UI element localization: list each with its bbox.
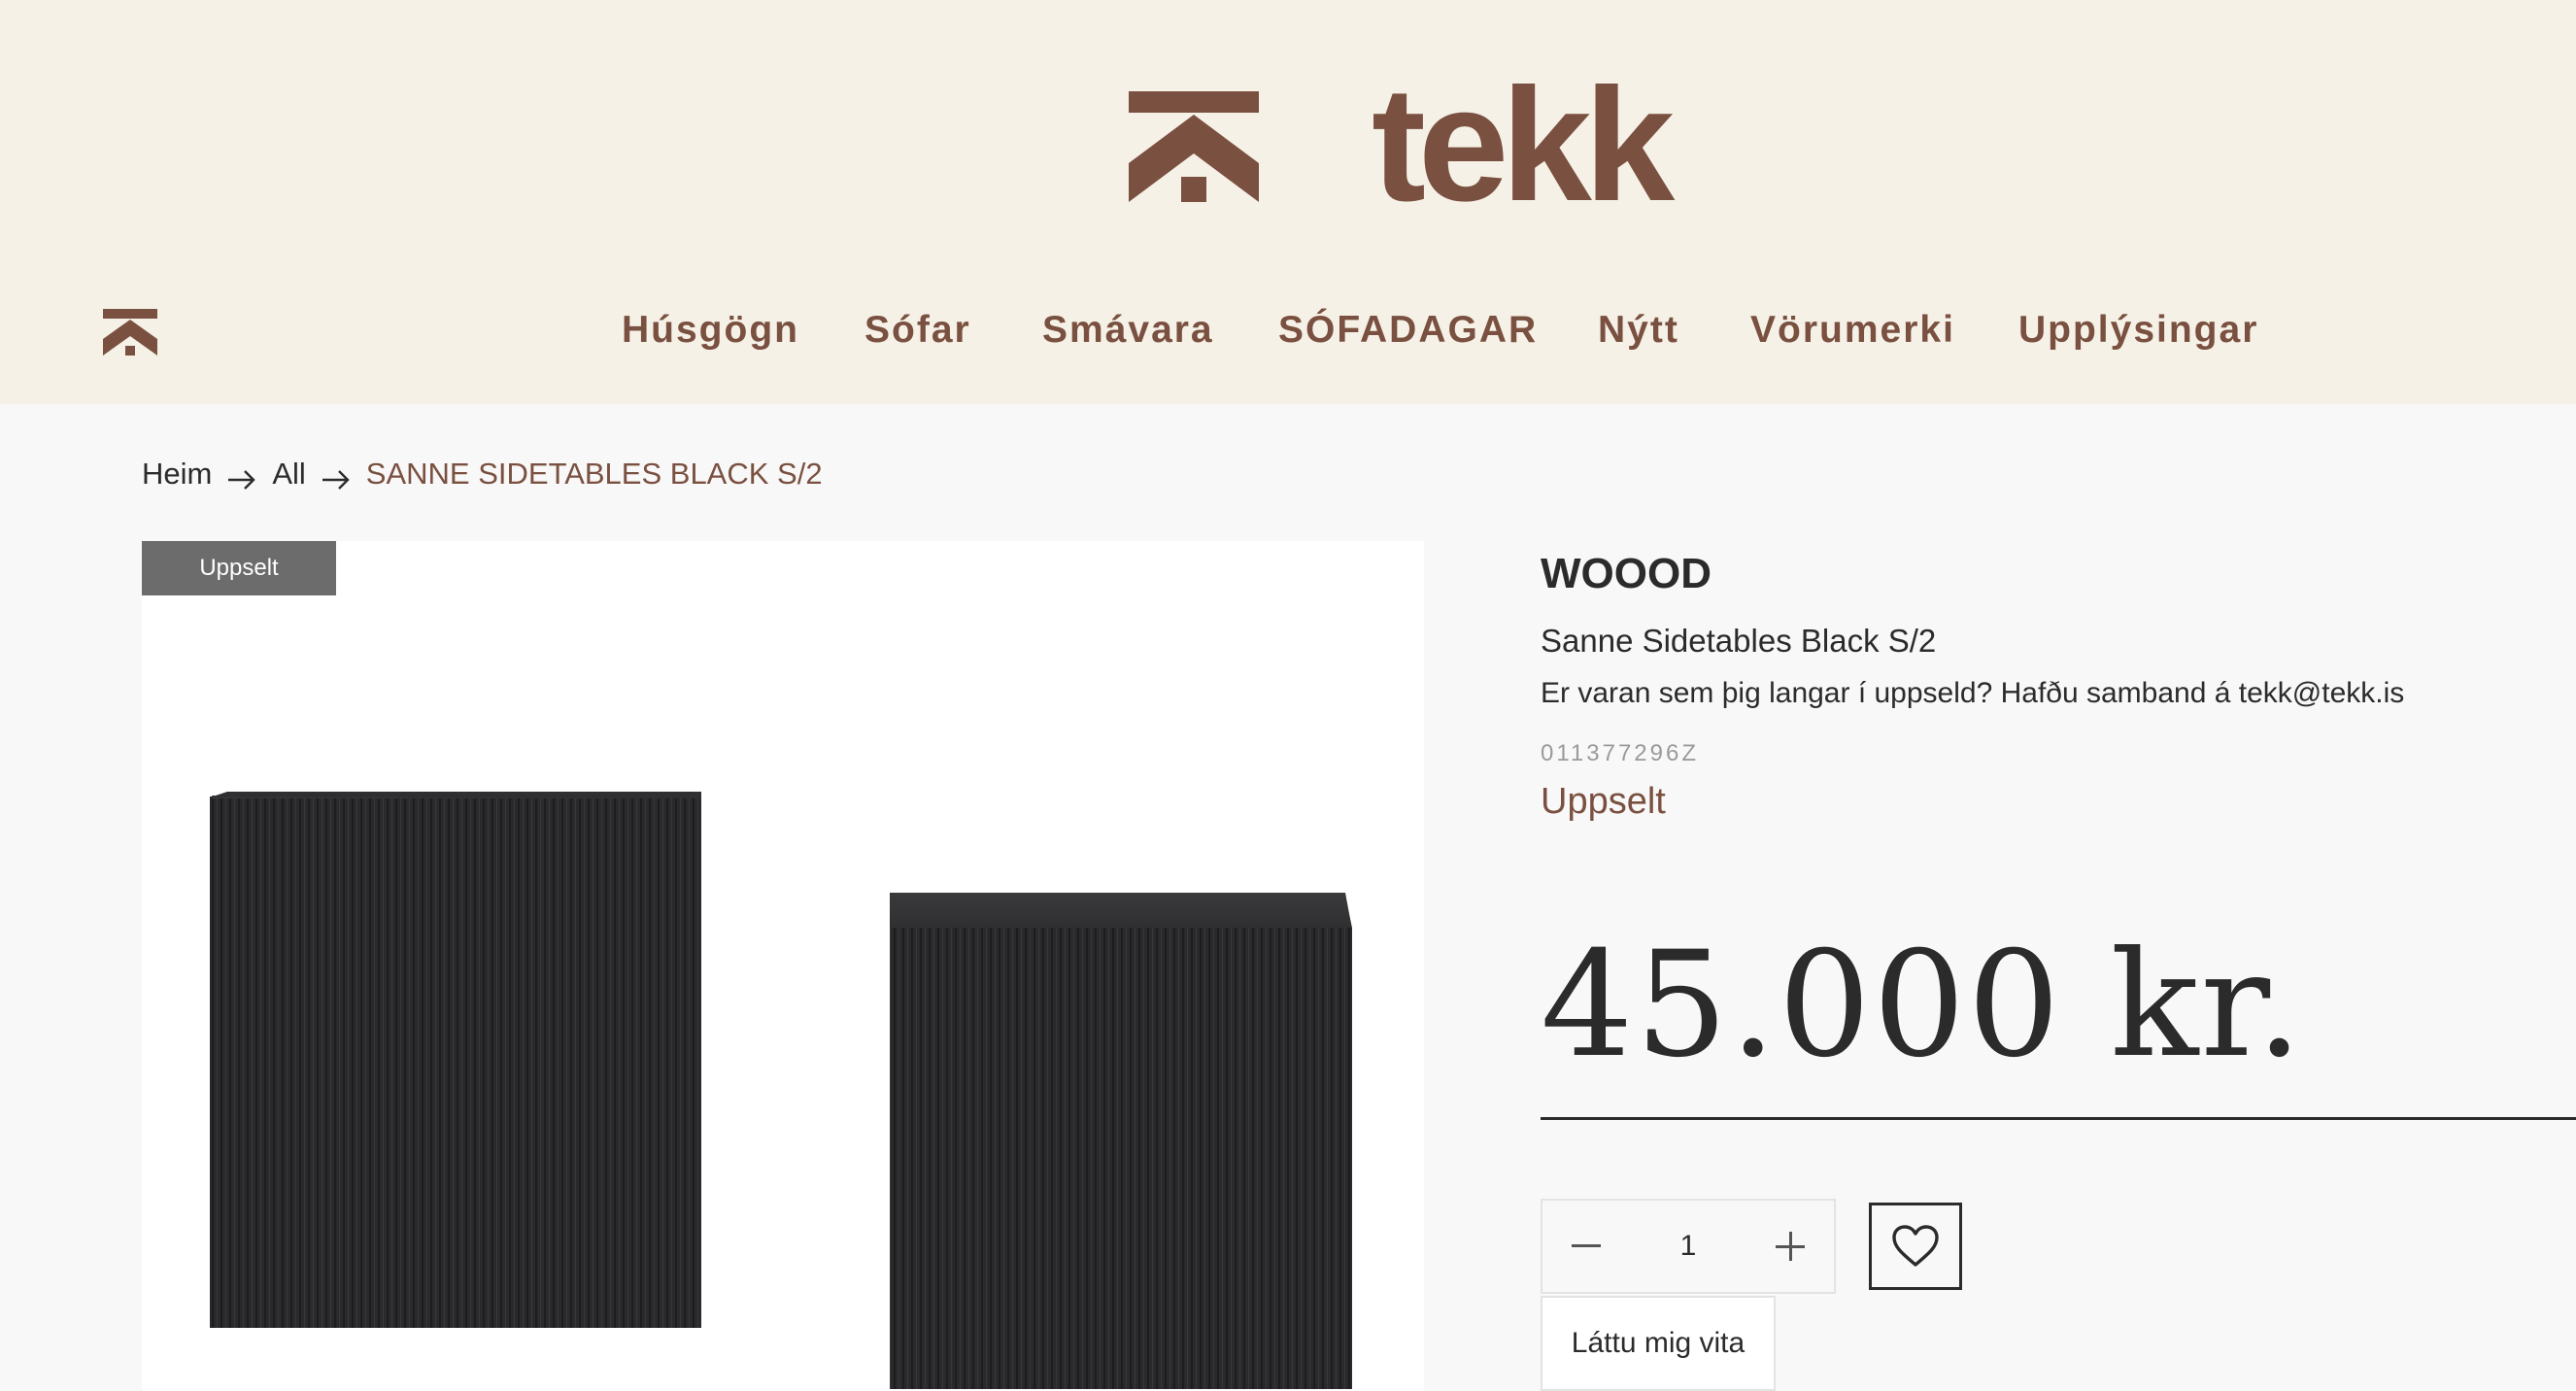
product-title: Sanne Sidetables Black S/2	[1541, 623, 1937, 659]
large-side-table	[210, 792, 701, 1328]
stock-status: Uppselt	[1541, 781, 1666, 822]
breadcrumb: Heim All SANNE SIDETABLES BLACK S/2	[142, 455, 823, 493]
product-brand[interactable]: WOOOD	[1541, 550, 1712, 598]
out-of-stock-note: Er varan sem þig langar í uppseld? Hafðu…	[1541, 677, 2405, 709]
arrow-right-icon	[227, 463, 256, 490]
sold-out-badge: Uppselt	[142, 541, 336, 595]
house-logo-icon	[1129, 91, 1259, 202]
quantity-increase-button[interactable]	[1746, 1201, 1834, 1292]
product-price: 45.000 kr.	[1541, 921, 2305, 1090]
product-info: WOOOD Sanne Sidetables Black S/2 Er vara…	[1541, 0, 2576, 1391]
quantity-decrease-button[interactable]	[1542, 1201, 1630, 1292]
nav-item-husgogn[interactable]: Húsgögn	[622, 309, 799, 352]
small-side-table	[890, 893, 1352, 1389]
quantity-stepper: 1	[1541, 1199, 1836, 1294]
product-gallery[interactable]: Uppselt	[142, 541, 1424, 1391]
arrow-right-icon	[322, 463, 351, 490]
wishlist-button[interactable]	[1869, 1203, 1962, 1290]
quantity-value[interactable]: 1	[1630, 1201, 1746, 1292]
breadcrumb-all[interactable]: All	[272, 457, 305, 492]
product-image	[210, 792, 1352, 1389]
price-divider	[1541, 1117, 2576, 1120]
plus-icon	[1776, 1232, 1805, 1261]
nav-item-sofar[interactable]: Sófar	[864, 309, 971, 352]
nav-item-sofadagar[interactable]: SÓFADAGAR	[1278, 309, 1538, 352]
nav-item-smavara[interactable]: Smávara	[1042, 309, 1214, 352]
heart-icon	[1892, 1225, 1939, 1267]
breadcrumb-current: SANNE SIDETABLES BLACK S/2	[365, 457, 823, 491]
breadcrumb-home[interactable]: Heim	[142, 457, 212, 492]
product-sku: 011377296Z	[1541, 740, 1700, 766]
minus-icon	[1572, 1244, 1601, 1247]
notify-me-button[interactable]: Láttu mig vita	[1541, 1296, 1776, 1391]
